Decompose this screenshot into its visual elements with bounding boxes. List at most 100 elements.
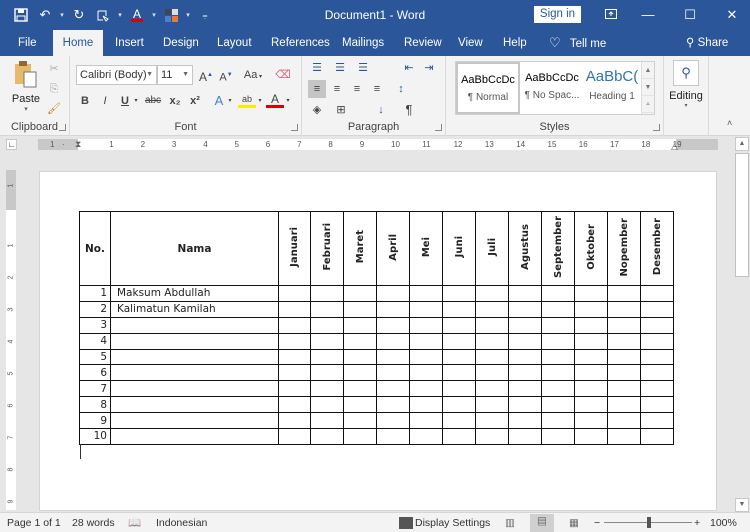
month-cell[interactable]: [475, 412, 509, 430]
month-cell[interactable]: [640, 300, 674, 318]
month-cell[interactable]: [310, 348, 344, 366]
month-cell[interactable]: [574, 348, 608, 366]
month-cell[interactable]: [310, 412, 344, 430]
shading-dropdown-icon[interactable]: ▾: [184, 6, 192, 24]
month-cell[interactable]: [607, 300, 641, 318]
row-number[interactable]: 4: [79, 332, 111, 350]
month-cell[interactable]: [574, 412, 608, 430]
month-cell[interactable]: [278, 412, 311, 430]
save-icon[interactable]: [10, 6, 32, 24]
month-cell[interactable]: [409, 332, 443, 350]
month-cell[interactable]: [278, 396, 311, 414]
subscript-button[interactable]: x₂: [166, 92, 184, 110]
month-cell[interactable]: [442, 316, 476, 334]
align-left-button[interactable]: ≡: [308, 80, 326, 98]
grow-font-icon[interactable]: A▲: [197, 66, 215, 84]
month-cell[interactable]: [574, 364, 608, 382]
month-cell[interactable]: [442, 380, 476, 398]
month-cell[interactable]: [475, 285, 509, 302]
month-cell[interactable]: [409, 428, 443, 445]
sign-in-button[interactable]: Sign in: [534, 6, 581, 23]
month-cell[interactable]: [442, 300, 476, 318]
tab-mailings[interactable]: Mailings: [342, 30, 384, 56]
month-cell[interactable]: [409, 380, 443, 398]
month-cell[interactable]: [409, 285, 443, 302]
month-cell[interactable]: [541, 348, 575, 366]
page-count[interactable]: Page 1 of 1: [7, 516, 61, 530]
row-name[interactable]: [110, 332, 279, 350]
tab-view[interactable]: View: [458, 30, 483, 56]
month-cell[interactable]: [376, 316, 410, 334]
font-name-combo[interactable]: Calibri (Body) ▼: [76, 65, 157, 85]
line-spacing-icon[interactable]: ↕: [392, 80, 410, 98]
month-cell[interactable]: [376, 364, 410, 382]
tell-me-search[interactable]: ♡ Tell me: [549, 30, 606, 56]
vertical-scrollbar[interactable]: ▲ ▼: [735, 137, 749, 512]
month-cell[interactable]: [343, 300, 377, 318]
copy-icon[interactable]: ⎘: [45, 80, 63, 98]
change-case-button[interactable]: Aa ▾: [240, 66, 266, 84]
row-number[interactable]: 3: [79, 316, 111, 334]
justify-button[interactable]: ≡: [368, 80, 386, 98]
month-cell[interactable]: [409, 364, 443, 382]
minimize-button[interactable]: —: [633, 4, 663, 26]
styles-gallery-scroll[interactable]: ▲ ▼ ⩡: [641, 62, 654, 114]
month-cell[interactable]: [508, 364, 542, 382]
month-cell[interactable]: [343, 380, 377, 398]
font-launcher-icon[interactable]: [291, 124, 298, 131]
numbering-icon[interactable]: ☰: [331, 59, 349, 77]
month-cell[interactable]: [607, 364, 641, 382]
month-cell[interactable]: [310, 396, 344, 414]
month-cell[interactable]: [343, 332, 377, 350]
touch-dropdown-icon[interactable]: ▾: [116, 6, 124, 24]
month-cell[interactable]: [508, 348, 542, 366]
month-cell[interactable]: [607, 348, 641, 366]
month-cell[interactable]: [475, 332, 509, 350]
zoom-level[interactable]: 100%: [710, 516, 737, 530]
proofing-icon[interactable]: 📖: [128, 516, 141, 530]
month-cell[interactable]: [376, 285, 410, 302]
tab-help[interactable]: Help: [503, 30, 527, 56]
month-cell[interactable]: [574, 428, 608, 445]
month-cell[interactable]: [442, 364, 476, 382]
month-cell[interactable]: [343, 412, 377, 430]
font-size-combo[interactable]: 11 ▼: [157, 65, 193, 85]
zoom-slider-thumb[interactable]: [647, 517, 651, 528]
month-cell[interactable]: [310, 364, 344, 382]
strikethrough-button[interactable]: abc: [142, 92, 164, 110]
row-name[interactable]: [110, 364, 279, 382]
tab-selector-icon[interactable]: ∟: [6, 139, 17, 150]
month-cell[interactable]: [541, 285, 575, 302]
month-cell[interactable]: [310, 428, 344, 445]
month-cell[interactable]: [640, 428, 674, 445]
maximize-button[interactable]: ☐: [675, 4, 705, 26]
underline-dropdown-icon[interactable]: ▾: [132, 92, 140, 110]
sort-icon[interactable]: ↓: [372, 101, 390, 119]
row-name[interactable]: Kalimatun Kamilah: [110, 300, 279, 318]
clipboard-launcher-icon[interactable]: [59, 124, 66, 131]
tab-layout[interactable]: Layout: [217, 30, 252, 56]
month-cell[interactable]: [310, 300, 344, 318]
month-cell[interactable]: [475, 364, 509, 382]
read-mode-icon[interactable]: ▥: [505, 516, 515, 530]
month-cell[interactable]: [541, 364, 575, 382]
month-cell[interactable]: [640, 412, 674, 430]
show-formatting-icon[interactable]: ¶: [400, 101, 418, 119]
month-cell[interactable]: [475, 300, 509, 318]
month-cell[interactable]: [310, 285, 344, 302]
month-cell[interactable]: [278, 316, 311, 334]
month-cell[interactable]: [442, 285, 476, 302]
shrink-font-icon[interactable]: A▼: [217, 66, 235, 84]
scroll-down-arrow-icon[interactable]: ▼: [735, 498, 749, 512]
row-name[interactable]: Maksum Abdullah: [110, 285, 279, 302]
month-cell[interactable]: [475, 380, 509, 398]
tab-references[interactable]: References: [271, 30, 330, 56]
font-color-dropdown-icon[interactable]: ▾: [284, 92, 292, 110]
horizontal-ruler[interactable]: 1 · 1 2 3 4 5 6 7 8 9 10 11 12 13 14 15 16 17 18 19: [38, 139, 718, 150]
customize-qat-icon[interactable]: ⩦: [194, 6, 216, 24]
month-cell[interactable]: [475, 396, 509, 414]
scroll-up-arrow-icon[interactable]: ▲: [735, 137, 749, 151]
month-cell[interactable]: [574, 285, 608, 302]
month-cell[interactable]: [442, 348, 476, 366]
month-cell[interactable]: [508, 300, 542, 318]
